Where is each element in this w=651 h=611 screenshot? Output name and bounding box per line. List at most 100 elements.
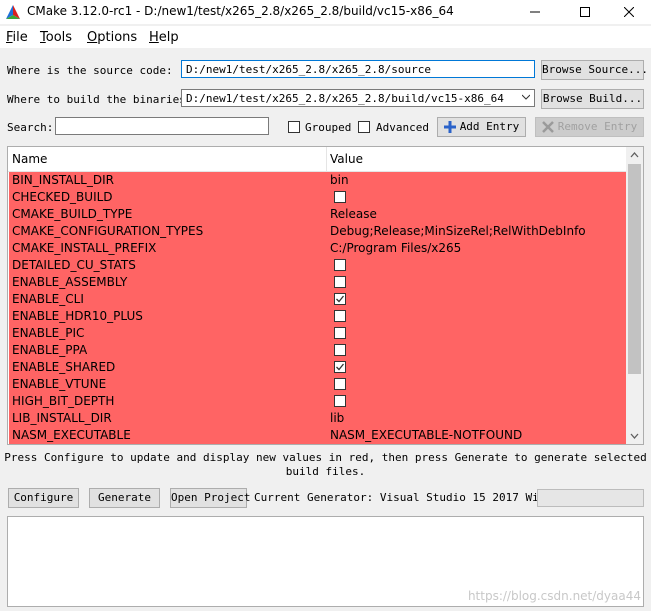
cell-value[interactable]: lib [330,411,344,425]
cell-name: DETAILED_CU_STATS [12,258,136,272]
menu-tools[interactable]: Tools [40,30,72,45]
table-row[interactable]: DETAILED_CU_STATS [9,257,627,274]
maximize-icon [580,7,590,17]
current-generator-label: Current Generator: Visual Studio 15 2017… [254,491,559,504]
unchecked-checkbox[interactable] [334,310,346,322]
add-entry-button[interactable]: Add Entry [437,117,526,137]
cell-name: ENABLE_HDR10_PLUS [12,309,143,323]
plus-icon [444,121,456,133]
remove-entry-label: Remove Entry [557,120,638,133]
chevron-down-icon[interactable] [522,93,530,101]
cell-name: CMAKE_CONFIGURATION_TYPES [12,224,204,238]
table-row[interactable]: ENABLE_HDR10_PLUS [9,308,627,325]
cell-name: ENABLE_VTUNE [12,377,107,391]
scroll-up-icon[interactable] [626,147,643,164]
advanced-checkbox[interactable] [358,121,370,133]
search-input[interactable] [55,117,269,135]
window-title: CMake 3.12.0-rc1 - D:/new1/test/x265_2.8… [27,4,454,18]
table-header: Name Value [8,147,627,172]
scrollbar-thumb[interactable] [628,164,641,374]
advanced-label: Advanced [376,121,429,134]
build-path-combobox[interactable]: D:/new1/test/x265_2.8/x265_2.8/build/vc1… [181,89,535,107]
table-row[interactable]: ENABLE_PIC [9,325,627,342]
unchecked-checkbox[interactable] [334,344,346,356]
configure-hint: Press Configure to update and display ne… [4,451,647,478]
unchecked-checkbox[interactable] [334,395,346,407]
unchecked-checkbox[interactable] [334,259,346,271]
close-icon [623,6,635,18]
cell-name: CMAKE_INSTALL_PREFIX [12,241,157,255]
menu-options[interactable]: Options [87,30,137,45]
checkmark-icon [336,295,345,303]
build-label: Where to build the binaries: [7,93,193,106]
checked-checkbox[interactable] [334,293,346,305]
minimize-button[interactable] [512,0,558,24]
source-path-input[interactable]: D:/new1/test/x265_2.8/x265_2.8/source [181,60,535,78]
source-label: Where is the source code: [7,64,173,77]
cell-name: ENABLE_ASSEMBLY [12,275,128,289]
table-row[interactable]: ENABLE_CLI [9,291,627,308]
cell-name: ENABLE_PIC [12,326,85,340]
table-row[interactable]: CHECKED_BUILD [9,189,627,206]
column-divider[interactable] [326,147,327,171]
cell-value[interactable]: Debug;Release;MinSizeRel;RelWithDebInfo [330,224,586,238]
table-row[interactable]: CMAKE_INSTALL_PREFIX C:/Program Files/x26… [9,240,627,257]
unchecked-checkbox[interactable] [334,191,346,203]
table-row[interactable]: ENABLE_ASSEMBLY [9,274,627,291]
menu-file[interactable]: File [6,30,28,45]
table-row[interactable]: CMAKE_CONFIGURATION_TYPES Debug;Release;M… [9,223,627,240]
unchecked-checkbox[interactable] [334,378,346,390]
table-row[interactable]: HIGH_BIT_DEPTH [9,393,627,410]
cache-table: Name Value BIN_INSTALL_DIR bin CHECKED_BUI… [7,146,644,445]
cell-name: BIN_INSTALL_DIR [12,173,114,187]
menu-bar: File Tools Options Help [0,26,651,48]
unchecked-checkbox[interactable] [334,327,346,339]
generate-button[interactable]: Generate [89,488,160,508]
watermark: https://blog.csdn.net/dyaa44 [467,589,641,603]
title-bar: CMake 3.12.0-rc1 - D:/new1/test/x265_2.8… [0,0,651,24]
configure-button[interactable]: Configure [8,488,79,508]
grouped-label: Grouped [305,121,352,134]
cell-name: ENABLE_CLI [12,292,84,306]
remove-entry-button[interactable]: Remove Entry [535,117,644,137]
cell-name: HIGH_BIT_DEPTH [12,394,115,408]
cell-name: ENABLE_PPA [12,343,88,357]
scroll-down-icon[interactable] [626,427,643,444]
checkmark-icon [336,363,345,371]
unchecked-checkbox[interactable] [334,276,346,288]
browse-source-button[interactable]: Browse Source... [541,60,648,80]
table-row[interactable]: LIB_INSTALL_DIR lib [9,410,627,427]
close-button[interactable] [606,0,651,24]
table-body: BIN_INSTALL_DIR bin CHECKED_BUILD CMAKE_BUI… [9,172,627,444]
maximize-button[interactable] [562,0,608,24]
build-path-value: D:/new1/test/x265_2.8/x265_2.8/build/vc1… [186,92,504,105]
cell-value[interactable]: NASM_EXECUTABLE-NOTFOUND [330,428,522,442]
cell-name: CHECKED_BUILD [12,190,113,204]
table-row[interactable]: ENABLE_VTUNE [9,376,627,393]
add-entry-label: Add Entry [459,120,520,133]
cell-name: CMAKE_BUILD_TYPE [12,207,133,221]
column-header-name[interactable]: Name [12,152,47,166]
table-row[interactable]: ENABLE_PPA [9,342,627,359]
cell-name: ENABLE_SHARED [12,360,116,374]
cell-name: LIB_INSTALL_DIR [12,411,112,425]
minimize-icon [530,11,540,13]
table-row[interactable]: BIN_INSTALL_DIR bin [9,172,627,189]
cell-value[interactable]: bin [330,173,349,187]
cell-name: NASM_EXECUTABLE [12,428,131,442]
progress-bar [537,489,644,507]
cell-value[interactable]: Release [330,207,377,221]
open-project-button[interactable]: Open Project [170,488,250,508]
table-row[interactable]: CMAKE_BUILD_TYPE Release [9,206,627,223]
checked-checkbox[interactable] [334,361,346,373]
table-row[interactable]: NASM_EXECUTABLE NASM_EXECUTABLE-NOTFOUND [9,427,627,444]
cmake-logo-icon [6,5,20,19]
column-header-value[interactable]: Value [330,152,363,166]
remove-icon [542,121,554,133]
menu-help[interactable]: Help [149,30,179,45]
cell-value[interactable]: C:/Program Files/x265 [330,241,461,255]
grouped-checkbox[interactable] [288,121,300,133]
vertical-scrollbar[interactable] [626,147,643,444]
table-row[interactable]: ENABLE_SHARED [9,359,627,376]
browse-build-button[interactable]: Browse Build... [541,89,644,109]
